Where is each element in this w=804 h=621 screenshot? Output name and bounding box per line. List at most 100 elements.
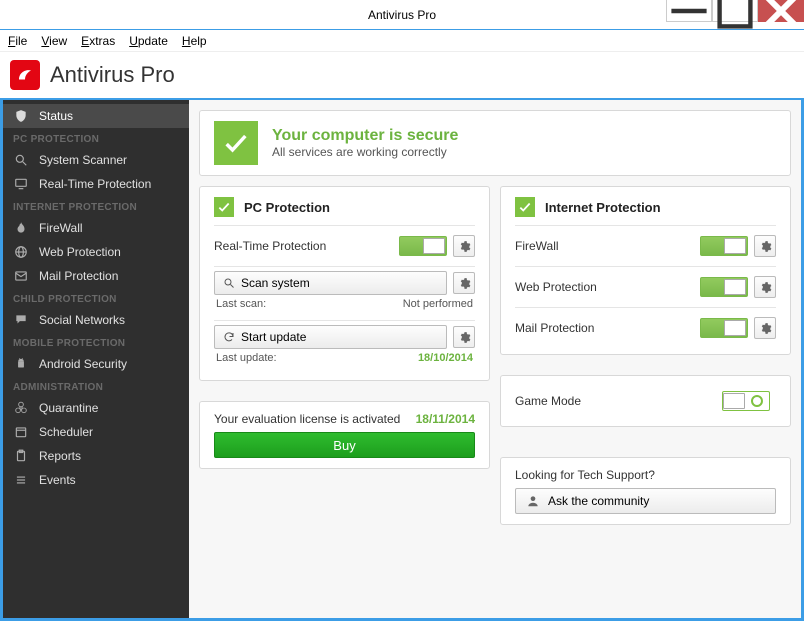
status-title: Your computer is secure xyxy=(272,127,458,145)
license-panel: Your evaluation license is activated 18/… xyxy=(199,401,490,469)
mail-settings-button[interactable] xyxy=(754,317,776,339)
flame-icon xyxy=(13,220,29,236)
sidebar-item-label: FireWall xyxy=(39,221,83,235)
pc-protection-panel: PC Protection Real-Time Protection Scan … xyxy=(199,186,490,381)
close-button[interactable] xyxy=(758,0,804,22)
buy-button[interactable]: Buy xyxy=(214,432,475,458)
sidebar-item-mail[interactable]: Mail Protection xyxy=(3,264,189,288)
biohazard-icon xyxy=(13,400,29,416)
last-update-value: 18/10/2014 xyxy=(418,352,473,364)
sidebar-item-label: Reports xyxy=(39,449,81,463)
avira-logo-icon xyxy=(10,60,40,90)
sidebar-item-android[interactable]: Android Security xyxy=(3,352,189,376)
clipboard-icon xyxy=(13,448,29,464)
update-button-label: Start update xyxy=(241,330,306,344)
refresh-icon xyxy=(223,331,235,343)
sidebar-item-firewall[interactable]: FireWall xyxy=(3,216,189,240)
support-label: Looking for Tech Support? xyxy=(515,468,776,482)
last-update-label: Last update: xyxy=(216,352,418,364)
web-settings-button[interactable] xyxy=(754,276,776,298)
status-subtitle: All services are working correctly xyxy=(272,145,458,159)
sidebar-item-realtime[interactable]: Real-Time Protection xyxy=(3,172,189,196)
sidebar-item-label: Android Security xyxy=(39,357,127,371)
sidebar-header-internet: INTERNET PROTECTION xyxy=(3,196,189,216)
check-icon xyxy=(214,121,258,165)
sidebar-item-label: System Scanner xyxy=(39,153,127,167)
app-header: Antivirus Pro xyxy=(0,52,804,98)
realtime-settings-button[interactable] xyxy=(453,235,475,257)
list-icon xyxy=(13,472,29,488)
scan-button-label: Scan system xyxy=(241,276,310,290)
monitor-icon xyxy=(13,176,29,192)
sidebar-item-reports[interactable]: Reports xyxy=(3,444,189,468)
ask-community-button[interactable]: Ask the community xyxy=(515,488,776,514)
titlebar: Antivirus Pro xyxy=(0,0,804,30)
start-update-button[interactable]: Start update xyxy=(214,325,447,349)
sidebar-item-web[interactable]: Web Protection xyxy=(3,240,189,264)
globe-icon xyxy=(13,244,29,260)
gamemode-label: Game Mode xyxy=(515,394,722,408)
minimize-button[interactable] xyxy=(666,0,712,22)
license-text: Your evaluation license is activated xyxy=(214,412,400,426)
sidebar-item-social[interactable]: Social Networks xyxy=(3,308,189,332)
support-button-label: Ask the community xyxy=(548,494,649,508)
sidebar-item-system-scanner[interactable]: System Scanner xyxy=(3,148,189,172)
sidebar-item-label: Web Protection xyxy=(39,245,121,259)
check-icon xyxy=(515,197,535,217)
realtime-toggle[interactable] xyxy=(399,236,447,256)
sidebar-item-events[interactable]: Events xyxy=(3,468,189,492)
sidebar-item-label: Scheduler xyxy=(39,425,93,439)
sidebar-item-label: Social Networks xyxy=(39,313,125,327)
calendar-icon xyxy=(13,424,29,440)
sidebar-header-admin: ADMINISTRATION xyxy=(3,376,189,396)
window-title: Antivirus Pro xyxy=(368,8,436,22)
gamemode-panel: Game Mode xyxy=(500,375,791,427)
sidebar-item-label: Events xyxy=(39,473,76,487)
last-scan-label: Last scan: xyxy=(216,298,403,310)
shield-icon xyxy=(13,108,29,124)
firewall-settings-button[interactable] xyxy=(754,235,776,257)
sidebar-item-quarantine[interactable]: Quarantine xyxy=(3,396,189,420)
update-settings-button[interactable] xyxy=(453,326,475,348)
gamemode-toggle[interactable] xyxy=(722,391,770,411)
mail-protection-toggle[interactable] xyxy=(700,318,748,338)
menu-extras[interactable]: Extras xyxy=(81,34,115,48)
scan-system-button[interactable]: Scan system xyxy=(214,271,447,295)
check-icon xyxy=(214,197,234,217)
pc-protection-title: PC Protection xyxy=(244,200,330,215)
sidebar-item-label: Quarantine xyxy=(39,401,98,415)
chat-icon xyxy=(13,312,29,328)
menu-view[interactable]: View xyxy=(41,34,67,48)
maximize-button[interactable] xyxy=(712,0,758,22)
sidebar-item-label: Mail Protection xyxy=(39,269,118,283)
menu-help[interactable]: Help xyxy=(182,34,207,48)
last-scan-value: Not performed xyxy=(403,298,473,310)
internet-protection-title: Internet Protection xyxy=(545,200,661,215)
scan-settings-button[interactable] xyxy=(453,272,475,294)
firewall-toggle[interactable] xyxy=(700,236,748,256)
app-title: Antivirus Pro xyxy=(50,62,175,88)
license-date: 18/11/2014 xyxy=(416,412,475,426)
sidebar: Status PC PROTECTION System Scanner Real… xyxy=(3,100,189,618)
menu-update[interactable]: Update xyxy=(129,34,168,48)
menu-file[interactable]: File xyxy=(8,34,27,48)
internet-protection-panel: Internet Protection FireWall Web Protect… xyxy=(500,186,791,355)
web-protection-toggle[interactable] xyxy=(700,277,748,297)
sidebar-item-label: Real-Time Protection xyxy=(39,177,151,191)
sidebar-item-scheduler[interactable]: Scheduler xyxy=(3,420,189,444)
mail-protection-label: Mail Protection xyxy=(515,321,700,335)
menubar: File View Extras Update Help xyxy=(0,30,804,52)
person-icon xyxy=(526,494,540,508)
window-controls xyxy=(666,0,804,22)
firewall-label: FireWall xyxy=(515,239,700,253)
sidebar-item-status[interactable]: Status xyxy=(3,104,189,128)
status-panel: Your computer is secure All services are… xyxy=(199,110,791,176)
android-icon xyxy=(13,356,29,372)
web-protection-label: Web Protection xyxy=(515,280,700,294)
search-icon xyxy=(13,152,29,168)
sidebar-header-pc: PC PROTECTION xyxy=(3,128,189,148)
content: Your computer is secure All services are… xyxy=(189,100,801,618)
realtime-label: Real-Time Protection xyxy=(214,239,399,253)
sidebar-header-mobile: MOBILE PROTECTION xyxy=(3,332,189,352)
main-area: Status PC PROTECTION System Scanner Real… xyxy=(0,98,804,621)
